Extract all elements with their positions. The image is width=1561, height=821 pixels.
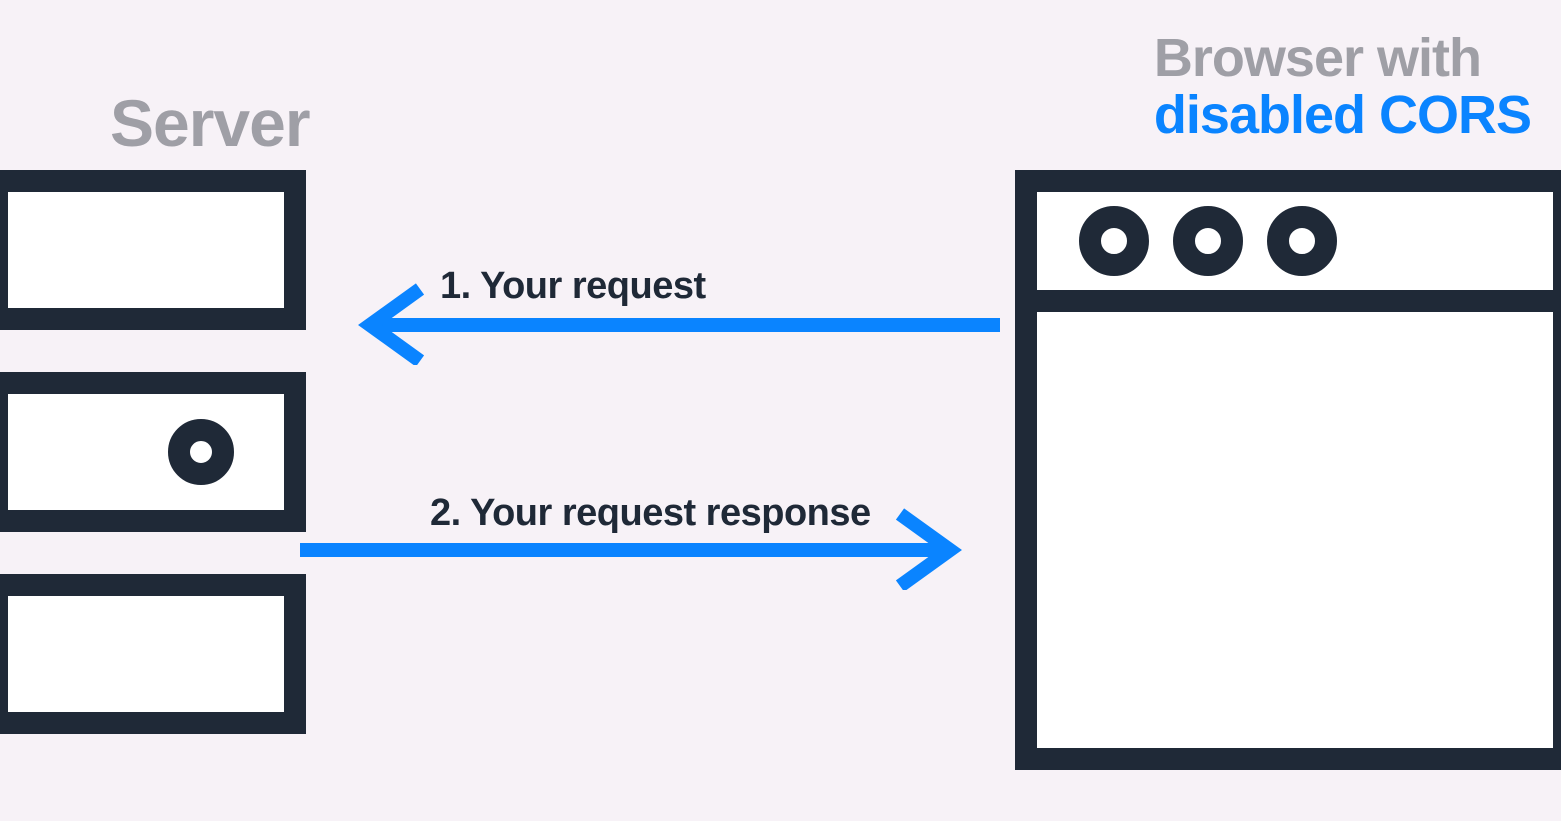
window-control-icon [1079, 206, 1149, 276]
browser-title-line1: Browser with [1154, 30, 1531, 87]
server-rack-1 [0, 170, 306, 330]
browser-title-line2: disabled CORS [1154, 87, 1531, 144]
server-stack [0, 170, 306, 734]
arrow-request-label: 1. Your request [440, 265, 706, 308]
window-control-icon [1173, 206, 1243, 276]
server-rack-3 [0, 574, 306, 734]
server-led-icon [168, 419, 234, 485]
browser-titlebar [1037, 192, 1553, 312]
diagram-canvas: Server Browser with disabled CORS 1. You… [0, 0, 1561, 821]
arrow-response: 2. Your request response [290, 500, 1010, 590]
server-rack-2 [0, 372, 306, 532]
arrow-request: 1. Your request [310, 275, 1010, 365]
arrow-response-label: 2. Your request response [430, 492, 871, 535]
server-title: Server [110, 85, 310, 161]
browser-title: Browser with disabled CORS [1154, 30, 1531, 143]
window-control-icon [1267, 206, 1337, 276]
browser-window [1015, 170, 1561, 770]
